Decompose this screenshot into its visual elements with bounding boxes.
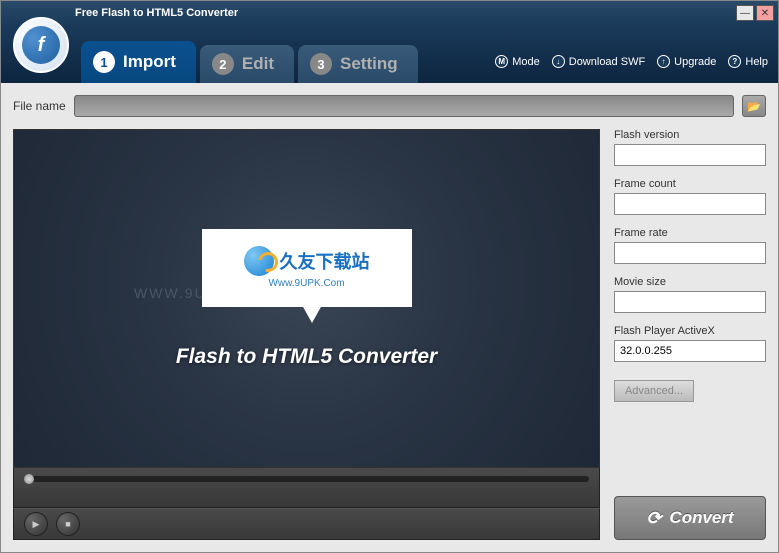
convert-button[interactable]: ⟳ Convert [614, 496, 766, 540]
tab-num-icon: 3 [310, 53, 332, 75]
window-title: Free Flash to HTML5 Converter [75, 7, 238, 19]
field-frame-count: Frame count [614, 178, 766, 215]
play-icon: ▶ [33, 519, 40, 530]
tab-bar: 1 Import 2 Edit 3 Setting [81, 41, 422, 83]
field-label: Frame rate [614, 227, 766, 239]
download-swf-button[interactable]: ↓ Download SWF [552, 55, 645, 68]
tool-label: Upgrade [674, 56, 716, 68]
tab-num-icon: 1 [93, 51, 115, 73]
field-movie-size: Movie size [614, 276, 766, 313]
field-label: Movie size [614, 276, 766, 288]
movie-size-input[interactable] [614, 291, 766, 313]
toolbar: M Mode ↓ Download SWF ↑ Upgrade ? Help [495, 55, 768, 68]
convert-label: Convert [669, 508, 733, 528]
convert-icon: ⟳ [646, 508, 661, 529]
field-frame-rate: Frame rate [614, 227, 766, 264]
field-activex: Flash Player ActiveX [614, 325, 766, 362]
close-button[interactable]: ✕ [756, 5, 774, 21]
globe-icon [244, 246, 274, 276]
upgrade-icon: ↑ [657, 55, 670, 68]
titlebar: Free Flash to HTML5 Converter — ✕ [1, 1, 778, 25]
play-button[interactable]: ▶ [24, 512, 48, 536]
help-button[interactable]: ? Help [728, 55, 768, 68]
player-buttons-row: ▶ ■ [13, 508, 600, 540]
watermark-box: 久友下载站 Www.9UPK.Com [202, 229, 412, 307]
content-area: File name 📂 WWW.9UPK.COM 久友下载站 Www.9UPK.… [1, 83, 778, 552]
frame-count-input[interactable] [614, 193, 766, 215]
watermark-cn-text: 久友下载站 [280, 248, 370, 274]
speech-pointer-icon [302, 305, 322, 323]
help-icon: ? [728, 55, 741, 68]
main-area: WWW.9UPK.COM 久友下载站 Www.9UPK.Com Flash to… [13, 129, 766, 540]
field-label: Frame count [614, 178, 766, 190]
watermark-url: Www.9UPK.Com [268, 278, 344, 289]
player-controls [13, 468, 600, 508]
app-window: Free Flash to HTML5 Converter — ✕ f 1 Im… [0, 0, 779, 553]
field-label: Flash version [614, 129, 766, 141]
field-label: Flash Player ActiveX [614, 325, 766, 337]
mode-button[interactable]: M Mode [495, 55, 540, 68]
frame-rate-input[interactable] [614, 242, 766, 264]
activex-input[interactable] [614, 340, 766, 362]
tool-label: Download SWF [569, 56, 645, 68]
preview-title: Flash to HTML5 Converter [176, 345, 437, 369]
tab-num-icon: 2 [212, 53, 234, 75]
flash-icon: f [22, 26, 60, 64]
tool-label: Help [745, 56, 768, 68]
progress-slider[interactable] [24, 476, 589, 482]
tab-setting[interactable]: 3 Setting [298, 45, 418, 83]
filename-label: File name [13, 99, 66, 113]
header: f 1 Import 2 Edit 3 Setting M Mode ↓ [1, 25, 778, 83]
minimize-button[interactable]: — [736, 5, 754, 21]
browse-button[interactable]: 📂 [742, 95, 766, 117]
filename-row: File name 📂 [13, 95, 766, 117]
stop-button[interactable]: ■ [56, 512, 80, 536]
download-icon: ↓ [552, 55, 565, 68]
tab-label: Import [123, 52, 176, 72]
tab-import[interactable]: 1 Import [81, 41, 196, 83]
stop-icon: ■ [65, 519, 70, 529]
advanced-button[interactable]: Advanced... [614, 380, 694, 402]
tab-label: Setting [340, 54, 398, 74]
field-flash-version: Flash version [614, 129, 766, 166]
app-logo: f [13, 17, 69, 73]
mode-icon: M [495, 55, 508, 68]
tool-label: Mode [512, 56, 540, 68]
folder-open-icon: 📂 [747, 100, 761, 113]
tab-edit[interactable]: 2 Edit [200, 45, 294, 83]
filename-input[interactable] [74, 95, 734, 117]
preview-column: WWW.9UPK.COM 久友下载站 Www.9UPK.Com Flash to… [13, 129, 600, 540]
preview-panel: WWW.9UPK.COM 久友下载站 Www.9UPK.Com Flash to… [13, 129, 600, 468]
tab-label: Edit [242, 54, 274, 74]
upgrade-button[interactable]: ↑ Upgrade [657, 55, 716, 68]
watermark-logo: 久友下载站 [244, 246, 370, 276]
properties-panel: Flash version Frame count Frame rate Mov… [614, 129, 766, 540]
flash-version-input[interactable] [614, 144, 766, 166]
